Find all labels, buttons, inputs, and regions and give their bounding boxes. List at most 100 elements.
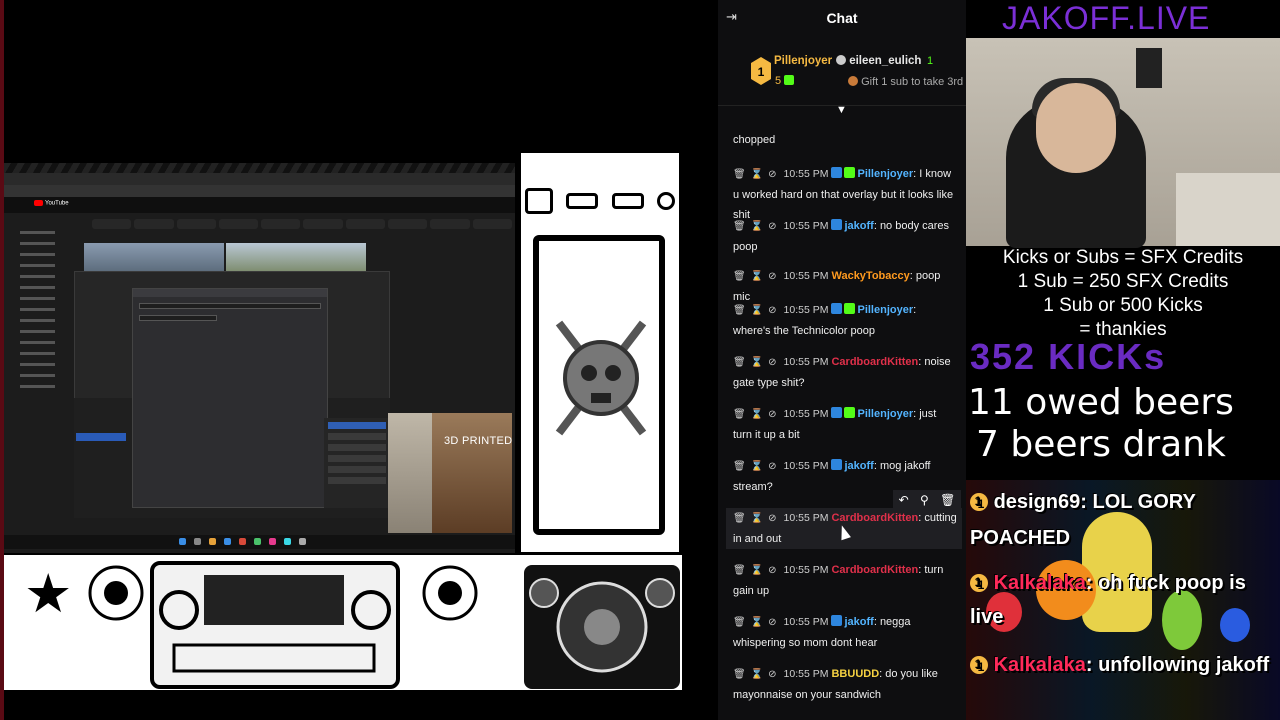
obs-properties-dialog: [132, 288, 328, 508]
sticker-strip: ★: [4, 553, 682, 690]
kicks-counter: 352 KICKs: [970, 336, 1167, 377]
message-timestamp: 10:55 PM: [783, 460, 829, 472]
owed-beers-counter: 11 owed beers: [968, 382, 1234, 423]
message-username[interactable]: CardboardKitten: [831, 564, 918, 576]
youtube-chip-row: [92, 219, 512, 229]
alert-message: 1 design69: LOL GORY POACHED: [970, 491, 1196, 549]
message-timestamp: 10:55 PM: [783, 616, 829, 628]
leaderboard-second-user[interactable]: eileen_eulich: [836, 55, 921, 67]
moderation-tools-icon[interactable]: 🗑⌛⊘: [733, 217, 782, 237]
youtube-sidebar: [20, 223, 70, 523]
chat-message[interactable]: 🗑⌛⊘ 10:55 PM CardboardKitten: turn gain up: [733, 560, 955, 601]
message-timestamp: 10:55 PM: [783, 304, 829, 316]
subscriber-badge-icon: [844, 407, 856, 418]
message-username[interactable]: CardboardKitten: [831, 356, 918, 368]
message-username[interactable]: WackyTobaccy: [831, 270, 909, 282]
gold-badge-icon: 1: [970, 493, 988, 511]
message-username[interactable]: Pillenjoyer: [857, 168, 913, 180]
chat-message-list: chopped 🗑⌛⊘ 10:55 PM Pillenjoyer: I know u …: [718, 112, 966, 720]
video-thumbnail: [388, 413, 432, 533]
chat-panel: ⇥ Chat 1 Pillenjoyer 5 eileen_eulich 1 G…: [718, 0, 966, 720]
moderation-tools-icon[interactable]: 🗑⌛⊘: [733, 457, 782, 477]
gold-badge-icon: 1: [970, 574, 988, 592]
leaderboard-first-count: 5: [775, 75, 795, 87]
message-username[interactable]: jakoff: [844, 460, 873, 472]
youtube-play-icon: [34, 200, 43, 206]
moderation-tools-icon[interactable]: 🗑⌛⊘: [733, 509, 782, 529]
message-username[interactable]: jakoff: [844, 616, 873, 628]
silver-medal-icon: [836, 55, 846, 65]
pin-icon[interactable]: ⚲: [920, 493, 929, 507]
message-username[interactable]: CardboardKitten: [831, 512, 918, 524]
windows-taskbar: [4, 535, 515, 549]
message-hover-actions: ↶ ⚲ 🗑: [893, 490, 961, 510]
chat-message[interactable]: 🗑⌛⊘ 10:55 PM jakoff: no body cares poop: [733, 216, 955, 257]
leaderboard-third-prompt: Gift 1 sub to take 3rd: [848, 76, 963, 88]
message-timestamp: 10:55 PM: [783, 168, 829, 180]
chat-message[interactable]: 🗑⌛⊘ 10:55 PM BBUUDD: do you like mayonnais…: [733, 664, 955, 705]
boombox-sticker-icon: [150, 561, 400, 689]
moderator-badge-icon: [831, 459, 843, 470]
drank-beers-counter: 7 beers drank: [976, 424, 1226, 465]
youtube-logo: YouTube: [34, 200, 69, 207]
reply-icon[interactable]: ↶: [899, 493, 909, 507]
message-timestamp: 10:55 PM: [783, 564, 829, 576]
browser-tab-bar: [4, 173, 515, 185]
message-username[interactable]: Pillenjoyer: [857, 408, 913, 420]
alert-message: 1 Kalkalaka: oh fuck poop is live: [970, 572, 1246, 628]
message-username[interactable]: jakoff: [844, 220, 873, 232]
moderation-tools-icon[interactable]: 🗑⌛⊘: [733, 613, 782, 633]
message-text: chopped: [733, 134, 776, 146]
leaderboard-second-count: 1: [927, 55, 934, 67]
message-timestamp: 10:55 PM: [783, 220, 829, 232]
moderator-badge-icon: [831, 615, 843, 626]
chat-message[interactable]: 🗑⌛⊘ 10:55 PM Pillenjoyer: where's the Tech…: [733, 300, 955, 341]
skull-sticker-icon: [422, 565, 478, 621]
printed-label: 3D PRINTED: [444, 435, 513, 447]
stream-canvas: YouTube 3D PRINTED ★: [0, 0, 718, 720]
subscriber-badge-icon: [844, 303, 856, 314]
message-timestamp: 10:55 PM: [783, 408, 829, 420]
chat-header: ⇥ Chat: [718, 0, 966, 36]
video-thumbnail: [84, 243, 224, 273]
brand-title: JAKOFF.LIVE: [1002, 0, 1211, 36]
info-line: 1 Sub or 500 Kicks: [1043, 295, 1203, 316]
moderator-badge-icon: [831, 407, 843, 418]
message-username[interactable]: Pillenjoyer: [857, 304, 913, 316]
obs-controls: [324, 418, 390, 508]
skull-emblem-icon: [555, 320, 647, 436]
message-username[interactable]: BBUUDD: [831, 668, 879, 680]
poster-top-icons: [525, 183, 675, 219]
moderation-tools-icon[interactable]: 🗑⌛⊘: [733, 353, 782, 373]
moderation-tools-icon[interactable]: 🗑⌛⊘: [733, 405, 782, 425]
moderation-tools-icon[interactable]: 🗑⌛⊘: [733, 301, 782, 321]
moderation-tools-icon[interactable]: 🗑⌛⊘: [733, 665, 782, 685]
info-line: Kicks or Subs = SFX Credits: [1002, 247, 1244, 268]
chat-message[interactable]: 🗑⌛⊘ 10:55 PM jakoff: negga whispering so m…: [733, 612, 955, 653]
webcam-feed: [966, 38, 1280, 248]
chat-message[interactable]: 🗑⌛⊘ 10:55 PM Pillenjoyer: just turn it up …: [733, 404, 955, 445]
youtube-header: [4, 197, 515, 213]
video-thumbnail: [432, 413, 512, 533]
chat-message[interactable]: chopped: [733, 130, 955, 150]
collapse-chat-icon[interactable]: ⇥: [726, 10, 740, 24]
gold-medal-icon: 1: [751, 57, 771, 85]
leaderboard-first-user[interactable]: Pillenjoyer: [774, 55, 832, 67]
chat-message[interactable]: 🗑⌛⊘ 10:55 PM CardboardKitten: noise gate t…: [733, 352, 955, 393]
skull-poster: [518, 150, 682, 555]
message-timestamp: 10:55 PM: [783, 356, 829, 368]
message-timestamp: 10:55 PM: [783, 512, 829, 524]
subscriber-badge-icon: [844, 167, 856, 178]
delete-icon[interactable]: 🗑: [940, 493, 955, 507]
stream-overlay: JAKOFF.LIVE Kicks or Subs = SFX Credits …: [966, 0, 1280, 720]
screen-capture: YouTube 3D PRINTED: [4, 163, 515, 553]
svg-text:1: 1: [758, 65, 765, 79]
moderation-tools-icon[interactable]: 🗑⌛⊘: [733, 267, 782, 287]
moderator-badge-icon: [831, 219, 843, 230]
moderation-tools-icon[interactable]: 🗑⌛⊘: [733, 561, 782, 581]
moderation-tools-icon[interactable]: 🗑⌛⊘: [733, 165, 782, 185]
moderator-badge-icon: [831, 167, 843, 178]
chat-title: Chat: [826, 10, 858, 26]
message-timestamp: 10:55 PM: [783, 270, 829, 282]
moderator-badge-icon: [831, 303, 843, 314]
